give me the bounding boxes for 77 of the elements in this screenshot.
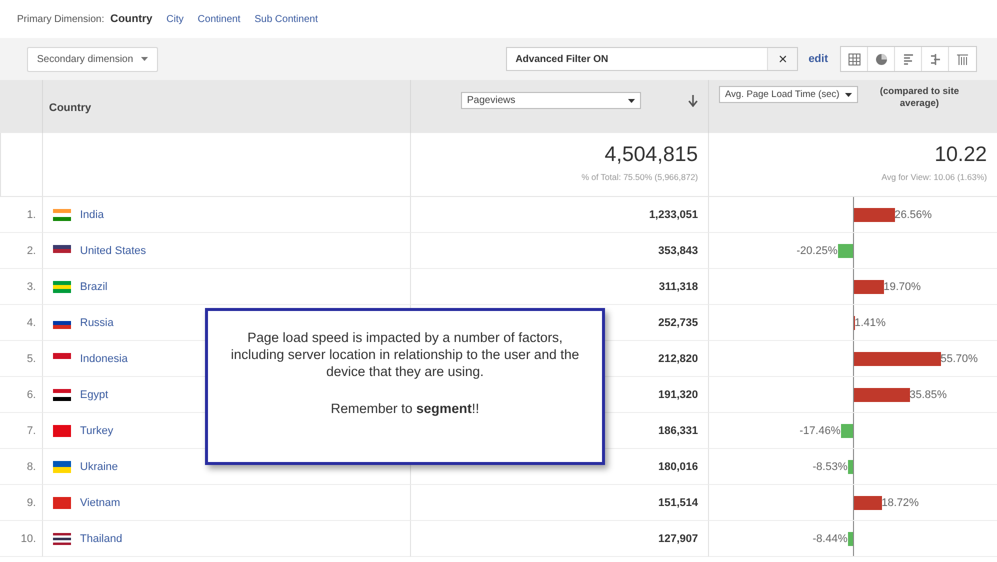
- row-number: 3.: [26, 280, 36, 292]
- row-number: 7.: [26, 424, 36, 436]
- clear-button[interactable]: ×: [767, 48, 798, 70]
- dimension-link[interactable]: Country: [110, 13, 152, 25]
- pie-chart-icon: [874, 52, 888, 66]
- country-name[interactable]: Brazil: [80, 280, 108, 292]
- metric-dropdown[interactable]: Avg. Page Load Time (sec): [719, 86, 858, 103]
- comparison-value: 55.70%: [940, 352, 978, 366]
- total-note: % of Total: 75.50% (5,966,872): [580, 172, 698, 182]
- comparison-value: 18.72%: [882, 496, 919, 510]
- country-name[interactable]: Vietnam: [80, 496, 120, 508]
- row-number: 9.: [26, 496, 36, 508]
- caret-icon: [845, 92, 852, 96]
- table-cell: 1,233,051: [649, 208, 698, 220]
- comparison-value: -8.44%: [812, 532, 848, 546]
- table-cell: 353,843: [658, 244, 698, 256]
- row-number: 2.: [26, 244, 36, 256]
- country-name[interactable]: Ukraine: [80, 460, 118, 472]
- total-value: 10.22: [933, 143, 987, 167]
- callout-text: Page load speed is impacted by a number of factors, including server location in relationship to the user and the device that they are using.: [230, 329, 580, 380]
- comparison-value: -20.25%: [796, 244, 838, 258]
- column-header: (compared to site average): [878, 86, 960, 110]
- comparison-value: 35.85%: [910, 388, 947, 402]
- total-value: 4,504,815: [604, 143, 698, 167]
- flag-icon: [53, 280, 71, 292]
- table-cell: 311,318: [658, 280, 698, 292]
- dimension-link[interactable]: Continent: [198, 14, 240, 25]
- flag-icon: [53, 496, 71, 508]
- country-name[interactable]: Egypt: [80, 388, 108, 400]
- country-name[interactable]: Thailand: [80, 532, 122, 544]
- comparison-value: -17.46%: [800, 424, 840, 438]
- country-name[interactable]: United States: [80, 244, 146, 256]
- row-number: 4.: [26, 316, 36, 328]
- caret-icon: [141, 57, 148, 61]
- edit-link[interactable]: edit: [808, 53, 828, 65]
- flag-icon: [53, 244, 71, 256]
- comparison-value: 1.41%: [854, 316, 886, 330]
- flag-icon: [53, 532, 71, 544]
- dimension-label: Primary Dimension:: [17, 14, 104, 25]
- row-number: 8.: [26, 460, 36, 472]
- caret-icon: [628, 98, 635, 102]
- country-name[interactable]: Indonesia: [80, 352, 128, 364]
- country-name[interactable]: India: [80, 208, 104, 220]
- row-number: 6.: [26, 388, 36, 400]
- row-number: 10.: [20, 532, 36, 544]
- total-note: Avg for View: 10.06 (1.63%): [880, 172, 987, 182]
- pivot-icon: [956, 52, 969, 66]
- filter-field[interactable]: Advanced Filter ON ×: [506, 47, 798, 71]
- flag-icon: [53, 208, 71, 220]
- country-name[interactable]: Russia: [80, 316, 114, 328]
- row-number: 1.: [26, 208, 36, 220]
- table-cell: 191,320: [658, 388, 698, 400]
- country-name[interactable]: Turkey: [80, 424, 114, 436]
- comparison-value: -8.53%: [812, 460, 848, 474]
- comparison-value: 26.56%: [894, 208, 932, 222]
- table-cell: 151,514: [658, 496, 698, 508]
- bar-chart-icon: [902, 52, 914, 66]
- table-cell: 212,820: [658, 352, 698, 364]
- table-cell: 127,907: [658, 532, 698, 544]
- comparison-value: 19.70%: [884, 280, 921, 294]
- dimension-link[interactable]: Sub Continent: [254, 14, 318, 25]
- table-icon: [848, 52, 860, 66]
- dimension-link[interactable]: City: [166, 14, 184, 25]
- table-cell: 186,331: [658, 424, 698, 436]
- sort-arrow-icon[interactable]: [688, 95, 698, 107]
- row-number: 5.: [26, 352, 36, 364]
- flag-icon: [53, 460, 71, 472]
- column-header: Country: [49, 102, 92, 114]
- table-cell: 252,735: [658, 316, 698, 328]
- secondary-dimension-dropdown[interactable]: Secondary dimension: [27, 46, 158, 72]
- callout-note: Remember to segment!!: [330, 400, 480, 417]
- flag-icon: [53, 424, 71, 436]
- table-cell: [0, 133, 42, 197]
- table-cell: 180,016: [658, 460, 698, 472]
- metric-dropdown[interactable]: Pageviews: [461, 92, 641, 109]
- comparison-icon: [928, 52, 942, 66]
- flag-icon: [53, 388, 71, 400]
